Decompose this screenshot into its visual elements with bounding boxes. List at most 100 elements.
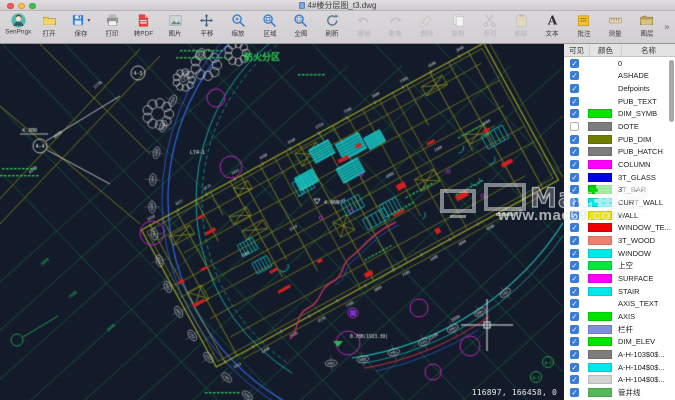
toolbar-button-text[interactable]: A 文本	[537, 12, 567, 43]
layers-panel-header: 可见 颜色 名称	[564, 44, 675, 57]
toolbar-button-image[interactable]: 图片	[160, 12, 190, 43]
toolbar-button-copy[interactable]: 复制	[443, 12, 473, 43]
layer-color-swatch[interactable]	[588, 324, 612, 334]
layer-color-swatch[interactable]	[588, 362, 612, 372]
layer-color-swatch[interactable]	[588, 236, 612, 246]
layer-color-swatch[interactable]	[588, 273, 612, 283]
toolbar-label-image: 图片	[168, 30, 182, 38]
layer-color-swatch[interactable]	[588, 286, 612, 296]
layer-visible-checkbox[interactable]: ✓	[570, 160, 579, 170]
toolbar-label-zoom-fit: 全图	[294, 30, 308, 38]
layer-row: ✓ 管井线	[564, 386, 675, 399]
redo-icon	[388, 12, 403, 29]
layer-row: ✓ AXIS	[564, 310, 675, 323]
layer-visible-checkbox[interactable]: ✓	[570, 84, 579, 94]
toolbar-button-cut[interactable]: 剪切	[475, 12, 505, 43]
toolbar-button-annotate[interactable]: 批注	[569, 12, 599, 43]
cad-canvas[interactable]	[0, 44, 563, 400]
toolbar-button-undo[interactable]: 撤销	[349, 12, 379, 43]
toolbar-button-pan[interactable]: 平移	[192, 12, 222, 43]
layer-row: ✓ 3T_GLASS	[564, 171, 675, 184]
toolbar-button-zoom-region[interactable]: 区域	[255, 12, 285, 43]
layer-visible-checkbox[interactable]: ✓	[570, 236, 579, 246]
layer-name: 管井线	[618, 387, 641, 397]
layer-visible-checkbox[interactable]: ✓	[570, 375, 579, 385]
layer-visible-checkbox[interactable]: ✓	[570, 273, 579, 283]
layer-visible-checkbox[interactable]: ✓	[570, 172, 579, 182]
toolbar-button-save[interactable]: ▾ 保存	[66, 12, 96, 43]
toolbar-button-zoom[interactable]: 缩放	[223, 12, 253, 43]
layer-visible-checkbox[interactable]: ✓	[570, 324, 579, 334]
layer-visible-checkbox[interactable]: ✓	[570, 387, 579, 397]
layer-color-swatch[interactable]	[588, 147, 612, 157]
layer-color-swatch[interactable]	[588, 122, 612, 132]
layer-visible-checkbox[interactable]: ✓	[570, 147, 579, 157]
toolbar-label-zoom-region: 区域	[263, 30, 276, 38]
toolbar-button-measure[interactable]: 测量	[600, 12, 630, 43]
layer-color-swatch[interactable]	[588, 223, 612, 233]
toolbar-button-zoom-fit[interactable]: 全图	[286, 12, 316, 43]
layer-row: ✓ COLUMN	[564, 158, 675, 171]
layer-color-swatch[interactable]	[588, 172, 612, 182]
layer-color-swatch[interactable]	[588, 198, 612, 208]
layer-visible-checkbox[interactable]: ✓	[570, 311, 579, 321]
toolbar-button-paste[interactable]: 粘贴	[506, 12, 536, 43]
toolbar-button-redo[interactable]: 重做	[380, 12, 410, 43]
panel-scrollbar[interactable]	[668, 58, 674, 398]
layer-visible-checkbox[interactable]: ✓	[570, 210, 579, 220]
layer-visible-checkbox[interactable]: ✓	[570, 299, 579, 309]
layer-visible-checkbox[interactable]	[570, 122, 579, 132]
close-button[interactable]	[7, 2, 14, 9]
toolbar-button-senpngx[interactable]: SenPngx	[3, 12, 33, 43]
eraser-icon	[419, 12, 434, 29]
layer-name: 3T_WOOD	[618, 236, 656, 246]
layer-visible-checkbox[interactable]: ✓	[570, 349, 579, 359]
layer-row: ✓ 上空	[564, 260, 675, 273]
layer-color-swatch[interactable]	[588, 160, 612, 170]
toolbar-label-redo: 重做	[388, 30, 402, 38]
layer-visible-checkbox[interactable]: ✓	[570, 96, 579, 106]
toolbar-button-refresh[interactable]: 刷新	[317, 12, 347, 43]
layer-visible-checkbox[interactable]: ✓	[570, 198, 579, 208]
layer-row: ✓ PUB_TEXT	[564, 95, 675, 108]
layer-visible-checkbox[interactable]: ✓	[570, 223, 579, 233]
layer-color-swatch[interactable]	[588, 210, 612, 220]
layer-visible-checkbox[interactable]: ✓	[570, 286, 579, 296]
layer-color-swatch[interactable]	[588, 134, 612, 144]
toolbar-button-to-pdf[interactable]: 转PDF	[129, 12, 159, 43]
toolbar-overflow-button[interactable]: »	[662, 22, 672, 33]
layer-color-swatch[interactable]	[588, 349, 612, 359]
layer-visible-checkbox[interactable]: ✓	[570, 58, 579, 68]
layer-color-swatch[interactable]	[588, 387, 612, 397]
layer-visible-checkbox[interactable]: ✓	[570, 337, 579, 347]
layer-name: 3T_BAR	[618, 185, 647, 195]
layer-color-swatch[interactable]	[588, 261, 612, 271]
scrollbar-thumb[interactable]	[669, 60, 674, 122]
layer-visible-checkbox[interactable]: ✓	[570, 248, 579, 258]
layer-visible-checkbox[interactable]: ✓	[570, 362, 579, 372]
toolbar-button-delete[interactable]: 删除	[412, 12, 442, 43]
text-icon: A	[545, 12, 560, 29]
toolbar-label-pan: 平移	[200, 30, 214, 38]
layer-visible-checkbox[interactable]: ✓	[570, 109, 579, 119]
minimize-button[interactable]	[18, 2, 25, 9]
toolbar-button-print[interactable]: 打印	[97, 12, 127, 43]
layer-color-swatch[interactable]	[588, 185, 612, 195]
layer-color-swatch[interactable]	[588, 337, 612, 347]
toolbar-label-cut: 剪切	[483, 30, 497, 38]
layer-row: ✓ PUB_HATCH	[564, 146, 675, 159]
layer-color-swatch[interactable]	[588, 375, 612, 385]
layer-visible-checkbox[interactable]: ✓	[570, 261, 579, 271]
layer-visible-checkbox[interactable]: ✓	[570, 71, 579, 81]
layer-row: ✓ A-H-104$0$...	[564, 373, 675, 386]
layer-color-swatch[interactable]	[588, 311, 612, 321]
layer-visible-checkbox[interactable]: ✓	[570, 185, 579, 195]
print-icon	[105, 12, 120, 29]
layer-color-swatch[interactable]	[588, 248, 612, 258]
toolbar-button-layers[interactable]: 图层	[632, 12, 662, 43]
layer-name: 3T_GLASS	[618, 172, 656, 182]
layer-color-swatch[interactable]	[588, 109, 612, 119]
maximize-button[interactable]	[29, 2, 36, 9]
layer-visible-checkbox[interactable]: ✓	[570, 134, 579, 144]
toolbar-button-open[interactable]: 打开	[34, 12, 64, 43]
